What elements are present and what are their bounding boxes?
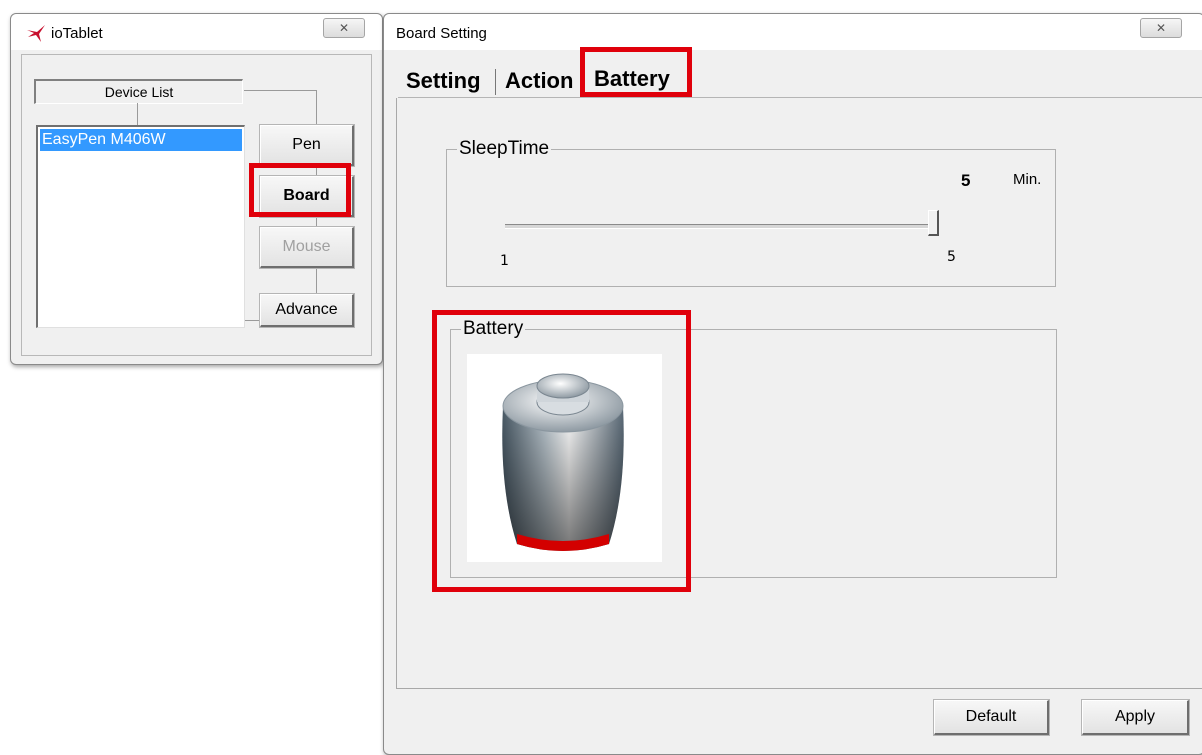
mouse-button[interactable]: Mouse <box>260 227 354 268</box>
battery-tab-highlight-box <box>580 47 692 97</box>
board-setting-titlebar: Board Setting ✕ <box>384 14 1202 50</box>
tab-strip: Setting Action Battery <box>398 63 1202 98</box>
sleeptime-label: SleepTime <box>457 138 552 160</box>
apply-button[interactable]: Apply <box>1082 700 1189 735</box>
connector-line <box>137 103 138 125</box>
slider-min-label: 1 <box>500 253 509 269</box>
slider-thumb[interactable] <box>928 210 939 236</box>
iotablet-titlebar: ioTablet ✕ <box>11 14 382 50</box>
device-listbox[interactable]: EasyPen M406W <box>36 125 245 328</box>
connector-line <box>244 90 316 91</box>
advance-button[interactable]: Advance <box>260 294 354 327</box>
pen-button-label: Pen <box>292 136 321 153</box>
close-icon[interactable]: ✕ <box>323 18 365 38</box>
tab-setting[interactable]: Setting <box>406 68 481 94</box>
sleeptime-group: SleepTime 5 Min. 1 5 <box>446 138 1056 287</box>
battery-group-highlight-box <box>432 310 691 592</box>
mouse-button-label: Mouse <box>282 238 331 255</box>
device-list-header-label: Device List <box>104 84 174 100</box>
device-list-header: Device List <box>34 79 243 104</box>
device-list-item[interactable]: EasyPen M406W <box>40 129 242 151</box>
iotablet-title: ioTablet <box>51 25 103 42</box>
bottom-divider <box>396 688 1202 689</box>
board-highlight-box <box>249 163 351 217</box>
default-button[interactable]: Default <box>934 700 1049 735</box>
slider-track <box>505 224 939 229</box>
pen-button[interactable]: Pen <box>260 125 354 166</box>
close-icon[interactable]: ✕ <box>1140 18 1182 38</box>
sleeptime-value: 5 <box>961 171 971 190</box>
advance-button-label: Advance <box>275 301 338 318</box>
sleeptime-slider[interactable] <box>505 210 939 246</box>
iotablet-window: ioTablet ✕ Device List EasyPen M406W Pen… <box>10 13 383 365</box>
iotablet-logo-icon <box>25 23 47 43</box>
sleeptime-unit: Min. <box>1013 171 1042 188</box>
apply-button-label: Apply <box>1114 708 1156 725</box>
tab-divider <box>495 69 496 95</box>
board-setting-window: Board Setting ✕ Setting Action Battery S… <box>383 13 1202 755</box>
board-setting-title: Board Setting <box>396 25 487 42</box>
tab-action[interactable]: Action <box>505 68 573 94</box>
slider-max-label: 5 <box>947 249 956 265</box>
default-button-label: Default <box>965 708 1017 725</box>
